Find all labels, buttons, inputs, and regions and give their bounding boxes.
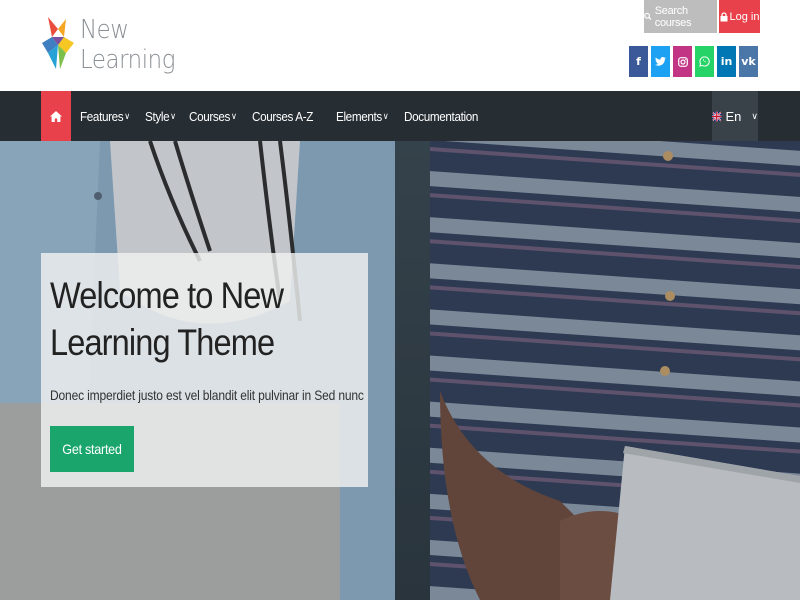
chevron-down-icon: ∨: [382, 110, 389, 121]
nav-item-label: Style: [145, 108, 170, 124]
linkedin-icon[interactable]: in: [717, 46, 736, 77]
get-started-label: Get started: [62, 441, 122, 457]
home-icon: [50, 110, 62, 122]
nav-item-label: Features: [80, 108, 124, 124]
nav-item-courses-a-z[interactable]: Courses A-Z: [252, 109, 313, 124]
site-logo[interactable]: New Learning: [40, 13, 188, 75]
nav-item-documentation[interactable]: Documentation: [404, 109, 478, 124]
home-button[interactable]: [41, 91, 71, 141]
nav-item-features[interactable]: Features ∨: [80, 109, 130, 124]
search-courses-label: Search courses: [654, 4, 692, 29]
instagram-icon[interactable]: [673, 46, 692, 77]
nav-item-label: Courses: [189, 108, 231, 124]
facebook-icon[interactable]: f: [629, 46, 648, 77]
logo-wordmark: New Learning: [80, 15, 175, 75]
header-actions: Search courses Log in: [644, 0, 760, 33]
login-label: Log in: [729, 10, 760, 23]
uk-flag-icon: [712, 110, 722, 122]
chevron-down-icon: ∨: [231, 110, 237, 121]
twitter-icon[interactable]: [651, 46, 670, 77]
chevron-down-icon: ∨: [170, 110, 176, 121]
twitter-bird-icon: [655, 57, 666, 66]
search-icon: [644, 12, 652, 21]
logo-mark-icon: [42, 17, 74, 69]
get-started-button[interactable]: Get started: [50, 426, 134, 472]
nav-item-courses[interactable]: Courses ∨: [189, 109, 237, 124]
nav-item-style[interactable]: Style ∨: [145, 109, 176, 124]
hero-caption-panel: Welcome to New Learning Theme Donec impe…: [41, 253, 368, 487]
lock-icon: [720, 11, 727, 21]
search-courses-button[interactable]: Search courses: [644, 0, 717, 33]
language-label: En: [725, 108, 742, 124]
main-navbar: Features ∨ Style ∨ Courses ∨ Courses A-Z El…: [0, 91, 800, 141]
nav-item-label: Courses A-Z: [252, 108, 314, 124]
whatsapp-icon[interactable]: [695, 46, 714, 77]
nav-menu: Features ∨ Style ∨ Courses ∨ Courses A-Z El…: [80, 91, 496, 141]
login-button[interactable]: Log in: [719, 0, 760, 33]
vk-icon[interactable]: vk: [739, 46, 758, 77]
hero-banner: Welcome to New Learning Theme Donec impe…: [0, 141, 800, 600]
nav-item-label: Documentation: [404, 108, 479, 124]
hero-title: Welcome to New Learning Theme: [50, 275, 284, 363]
social-links: f in vk: [629, 46, 758, 77]
chevron-down-icon: ∨: [124, 110, 130, 121]
language-switcher[interactable]: En ∨: [712, 91, 758, 141]
hero-subtitle: Donec imperdiet justo est vel blandit el…: [50, 387, 364, 403]
whatsapp-glyph-icon: [699, 56, 710, 67]
nav-item-elements[interactable]: Elements ∨: [336, 108, 389, 124]
logo-line-2: Learning: [80, 45, 176, 75]
logo-line-1: New: [80, 15, 129, 45]
instagram-glyph-icon: [677, 56, 688, 67]
nav-item-label: Elements: [336, 108, 382, 124]
chevron-down-icon: ∨: [751, 110, 758, 121]
site-header: New Learning Search courses Log in f in …: [0, 0, 800, 91]
